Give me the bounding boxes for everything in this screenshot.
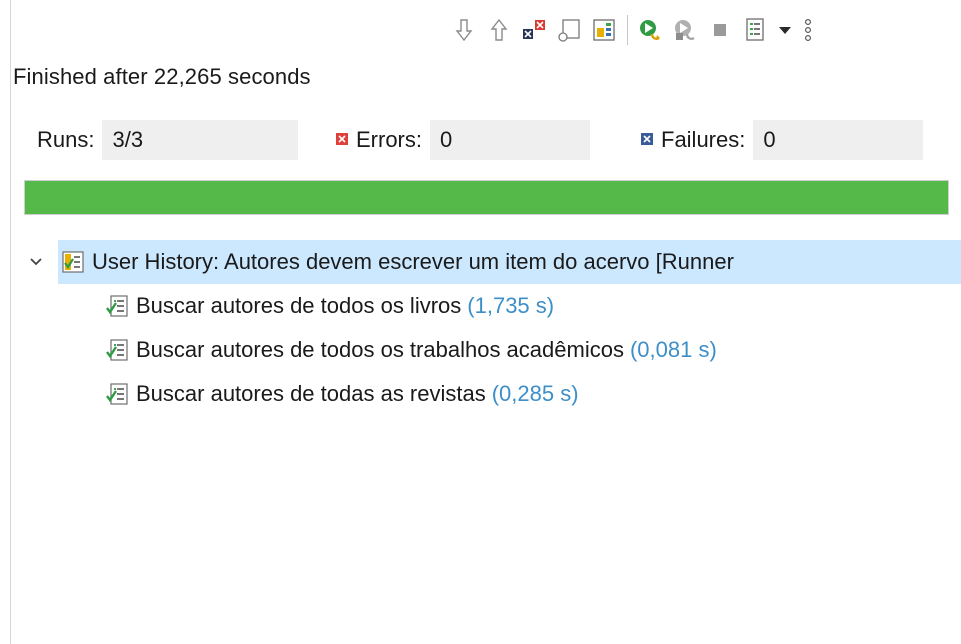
tree-root-suite[interactable]: User History: Autores devem escrever um … bbox=[30, 240, 961, 284]
show-skipped-icon bbox=[593, 19, 615, 41]
test-case-label: Buscar autores de todos os livros bbox=[136, 293, 462, 318]
test-suite-ok-icon bbox=[62, 251, 84, 273]
test-case-ok-icon bbox=[106, 295, 128, 317]
previous-failure-icon bbox=[490, 18, 508, 41]
tree-root-label: User History: Autores devem escrever um … bbox=[92, 249, 734, 274]
error-icon bbox=[336, 133, 348, 145]
runs-label: Runs: bbox=[37, 127, 95, 152]
next-failure-button[interactable] bbox=[448, 14, 480, 46]
test-case-ok-icon bbox=[106, 339, 128, 361]
rerun-failed-first-icon bbox=[675, 20, 695, 40]
test-case-label: Buscar autores de todas as revistas bbox=[136, 381, 486, 406]
rerun-icon bbox=[640, 20, 660, 40]
failures-counter: Failures: 0 bbox=[641, 120, 924, 160]
view-menu-button[interactable] bbox=[774, 14, 796, 46]
test-case-time: (1,735 s) bbox=[467, 293, 555, 318]
previous-failure-button[interactable] bbox=[483, 14, 515, 46]
more-icon bbox=[804, 18, 812, 42]
test-case-label: Buscar autores de todos os trabalhos aca… bbox=[136, 337, 624, 362]
errors-counter: Errors: 0 bbox=[336, 120, 590, 160]
test-case-row[interactable]: Buscar autores de todos os livros (1,735… bbox=[0, 284, 961, 328]
test-case-ok-icon bbox=[106, 383, 128, 405]
chevron-down-icon bbox=[30, 258, 42, 266]
errors-label: Errors: bbox=[356, 127, 422, 152]
test-run-history-button[interactable] bbox=[739, 14, 771, 46]
test-case-time: (0,081 s) bbox=[629, 337, 717, 362]
failure-icon bbox=[641, 133, 653, 145]
test-case-time: (0,285 s) bbox=[491, 381, 579, 406]
history-icon bbox=[746, 18, 764, 41]
test-progress-bar bbox=[24, 180, 949, 215]
test-case-row[interactable]: Buscar autores de todos os trabalhos aca… bbox=[0, 328, 961, 372]
stop-button[interactable] bbox=[704, 14, 736, 46]
runs-value: 3/3 bbox=[102, 120, 299, 160]
test-tree[interactable]: User History: Autores devem escrever um … bbox=[0, 240, 961, 416]
show-skipped-tests-button[interactable] bbox=[588, 14, 620, 46]
failures-value: 0 bbox=[753, 120, 924, 160]
progress-fill bbox=[25, 181, 948, 214]
rerun-button[interactable] bbox=[634, 14, 666, 46]
runs-counter: Runs: 3/3 bbox=[37, 120, 299, 160]
junit-toolbar bbox=[448, 10, 820, 50]
scroll-lock-icon bbox=[558, 19, 580, 42]
next-failure-icon bbox=[455, 19, 473, 42]
rerun-failed-first-button[interactable] bbox=[669, 14, 701, 46]
show-failures-only-icon bbox=[523, 20, 545, 39]
run-status-text: Finished after 22,265 seconds bbox=[13, 64, 311, 89]
toolbar-separator bbox=[627, 15, 628, 45]
view-menu-icon bbox=[779, 27, 791, 34]
test-case-row[interactable]: Buscar autores de todas as revistas (0,2… bbox=[0, 372, 961, 416]
failures-label: Failures: bbox=[661, 127, 746, 152]
counter-panel: Runs: 3/3 Errors: 0 Failures: 0 bbox=[24, 120, 949, 160]
collapse-toggle[interactable] bbox=[26, 240, 46, 284]
more-options-button[interactable] bbox=[799, 14, 817, 46]
show-failures-only-button[interactable] bbox=[518, 14, 550, 46]
errors-value: 0 bbox=[430, 120, 590, 160]
scroll-lock-button[interactable] bbox=[553, 14, 585, 46]
stop-icon bbox=[714, 24, 726, 36]
